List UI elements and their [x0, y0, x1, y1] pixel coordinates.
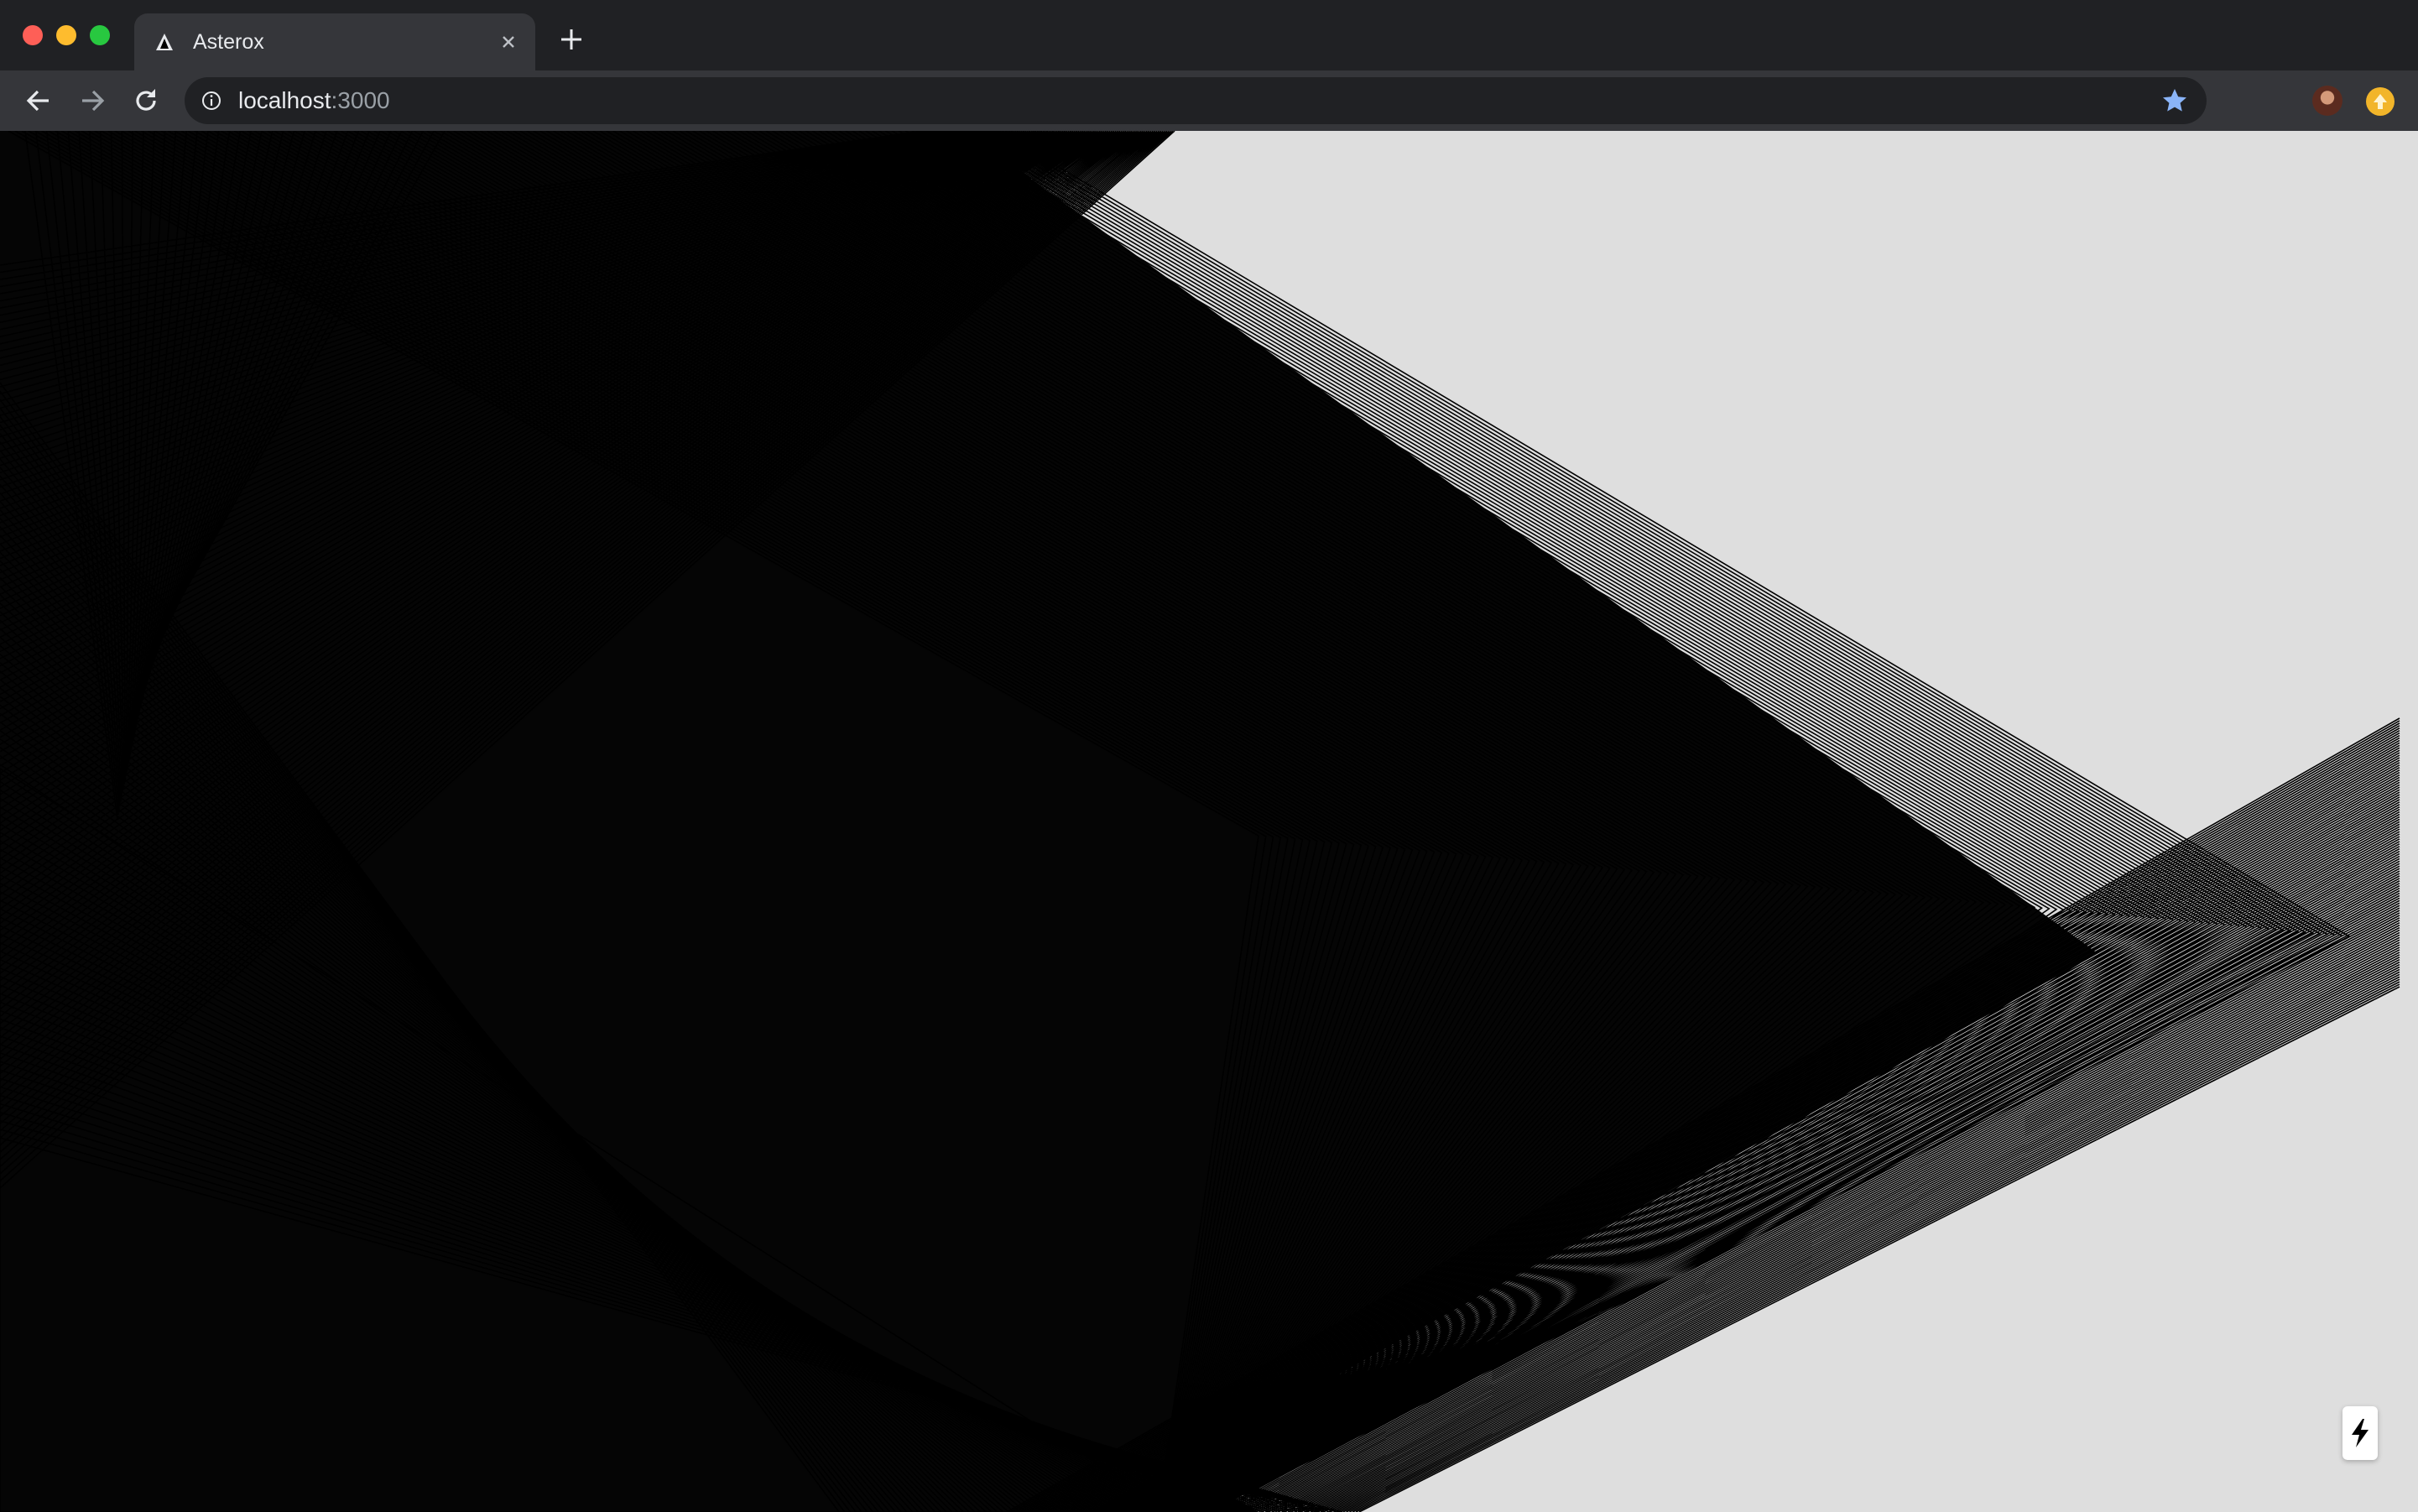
triangle-logo-icon [156, 34, 173, 50]
page-canvas[interactable] [0, 131, 2418, 1512]
arrow-right-icon[interactable] [76, 84, 109, 117]
minimize-window-button[interactable] [56, 25, 76, 45]
lightning-icon [2352, 1419, 2368, 1447]
plus-icon[interactable] [557, 25, 586, 54]
nextjs-prerender-indicator[interactable] [2342, 1406, 2378, 1460]
tab-strip: Asterox [0, 0, 2418, 70]
tab-asterox[interactable]: Asterox [134, 13, 535, 70]
url-text[interactable]: localhost:3000 [238, 87, 390, 114]
url-host: localhost [238, 87, 331, 113]
maximize-window-button[interactable] [90, 25, 110, 45]
extension-icon[interactable] [2366, 87, 2395, 116]
line-art-canvas [0, 131, 2400, 1512]
url-port: :3000 [331, 87, 390, 113]
browser-window: Asterox localhost:3000 [0, 0, 2418, 1512]
close-window-button[interactable] [23, 25, 43, 45]
arrow-left-icon[interactable] [22, 84, 55, 117]
reload-icon[interactable] [129, 84, 163, 117]
toolbar: localhost:3000 [0, 70, 2418, 131]
star-icon[interactable] [2161, 87, 2188, 114]
info-icon[interactable] [201, 91, 221, 111]
address-bar[interactable]: localhost:3000 [185, 77, 2207, 124]
tab-title: Asterox [193, 30, 264, 54]
close-icon[interactable] [495, 29, 522, 55]
avatar[interactable] [2312, 86, 2342, 116]
